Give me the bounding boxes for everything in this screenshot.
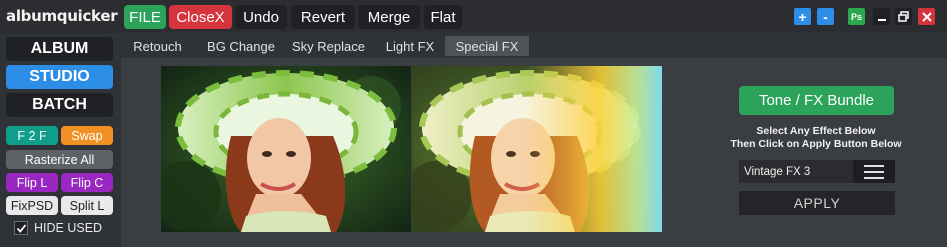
- hide-used-checkbox[interactable]: [14, 221, 28, 235]
- zoom-in-button[interactable]: +: [794, 8, 811, 25]
- undo-button[interactable]: Undo: [235, 5, 287, 29]
- flip-c-button[interactable]: Flip C: [61, 173, 113, 192]
- app-logo: albumquicker: [6, 7, 118, 25]
- minimize-icon: [877, 18, 886, 21]
- top-toolbar: albumquicker FILE CloseX Undo Revert Mer…: [0, 0, 947, 33]
- left-panel: ALBUM STUDIO BATCH F 2 F Swap Rasterize …: [0, 33, 121, 247]
- flat-button[interactable]: Flat: [424, 5, 462, 29]
- f2f-button[interactable]: F 2 F: [6, 126, 58, 145]
- close-icon: [921, 11, 932, 22]
- close-window-button[interactable]: [918, 8, 935, 25]
- tab-light-fx[interactable]: Light FX: [378, 36, 442, 56]
- mode-studio-button[interactable]: STUDIO: [6, 65, 113, 89]
- minimize-button[interactable]: [873, 8, 890, 25]
- effect-instructions: Select Any Effect Below Then Click on Ap…: [712, 125, 920, 151]
- mode-album-button[interactable]: ALBUM: [6, 37, 113, 61]
- photoshop-button[interactable]: Ps: [848, 8, 865, 25]
- tab-retouch[interactable]: Retouch: [121, 36, 194, 56]
- hide-used-toggle[interactable]: HIDE USED: [14, 221, 102, 235]
- tab-bar: Retouch BG Change Sky Replace Light FX S…: [121, 33, 947, 58]
- rasterize-all-button[interactable]: Rasterize All: [6, 150, 113, 169]
- fixpsd-button[interactable]: FixPSD: [6, 196, 58, 215]
- menu-icon[interactable]: [853, 160, 895, 183]
- restore-button[interactable]: [895, 8, 912, 25]
- effect-select-value: Vintage FX 3: [744, 165, 811, 178]
- swap-button[interactable]: Swap: [61, 126, 113, 145]
- effect-select[interactable]: Vintage FX 3: [739, 160, 895, 183]
- apply-button[interactable]: APPLY: [739, 191, 895, 215]
- tone-fx-bundle-button[interactable]: Tone / FX Bundle: [739, 86, 894, 115]
- preview-images: [161, 66, 662, 232]
- original-photo: [161, 66, 411, 232]
- flip-l-button[interactable]: Flip L: [6, 173, 58, 192]
- zoom-out-button[interactable]: -: [817, 8, 834, 25]
- closex-button[interactable]: CloseX: [169, 5, 232, 29]
- checkmark-icon: [16, 223, 26, 233]
- instruction-line-2: Then Click on Apply Button Below: [730, 138, 902, 150]
- merge-button[interactable]: Merge: [358, 5, 420, 29]
- tab-special-fx[interactable]: Special FX: [445, 36, 529, 56]
- hide-used-label: HIDE USED: [34, 221, 103, 235]
- tab-bg-change[interactable]: BG Change: [196, 36, 286, 56]
- split-l-button[interactable]: Split L: [61, 196, 113, 215]
- effect-preview-photo: [412, 66, 662, 232]
- file-button[interactable]: FILE: [124, 5, 166, 29]
- tab-sky-replace[interactable]: Sky Replace: [286, 36, 371, 56]
- restore-icon: [898, 11, 909, 22]
- instruction-line-1: Select Any Effect Below: [756, 125, 876, 137]
- mode-batch-button[interactable]: BATCH: [6, 93, 113, 117]
- revert-button[interactable]: Revert: [291, 5, 355, 29]
